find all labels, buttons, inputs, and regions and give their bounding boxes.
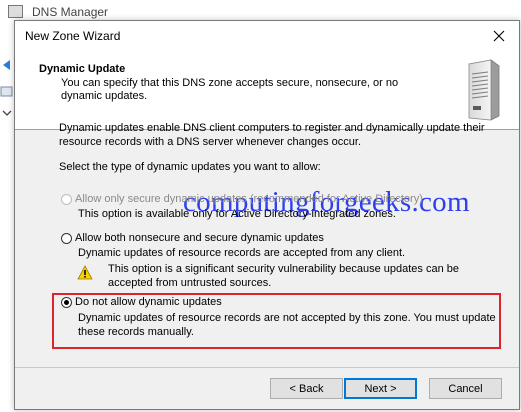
dns-manager-titlebar: DNS Manager: [0, 0, 521, 22]
dns-manager-app-icon: [8, 5, 23, 18]
cancel-button[interactable]: Cancel: [429, 378, 502, 399]
dialog-title: New Zone Wizard: [25, 29, 121, 43]
selection-prompt: Select the type of dynamic updates you w…: [59, 161, 321, 173]
wizard-header: Dynamic Update You can specify that this…: [15, 51, 519, 130]
dialog-titlebar: New Zone Wizard: [15, 21, 519, 51]
radio-secure-only: [61, 193, 72, 205]
close-icon: [493, 30, 505, 42]
new-zone-wizard-dialog: New Zone Wizard Dynamic Update You can s…: [14, 20, 520, 410]
intro-text: Dynamic updates enable DNS client comput…: [59, 122, 485, 148]
page-title: Dynamic Update: [39, 63, 126, 75]
nav-back-arrow-icon[interactable]: [0, 58, 14, 72]
option-nonsecure-and-secure[interactable]: Allow both nonsecure and secure dynamic …: [61, 232, 324, 244]
warning-icon: [77, 265, 93, 280]
security-warning-text: This option is a significant security vu…: [108, 263, 459, 289]
back-button[interactable]: < Back: [270, 378, 343, 399]
dns-manager-title: DNS Manager: [32, 5, 109, 19]
page-description: You can specify that this DNS zone accep…: [61, 77, 399, 102]
option-secure-only-description: This option is available only for Active…: [78, 208, 396, 220]
option-nonsecure-and-secure-description: Dynamic updates of resource records are …: [78, 247, 406, 259]
expand-chevron-icon[interactable]: [0, 106, 14, 120]
option-secure-only-label: Allow only secure dynamic updates (recom…: [75, 193, 423, 205]
server-icon: [468, 59, 500, 121]
option-secure-only: Allow only secure dynamic updates (recom…: [61, 193, 423, 205]
button-separator: [15, 367, 519, 368]
tree-node-icon[interactable]: [0, 84, 14, 98]
next-button[interactable]: Next >: [344, 378, 417, 399]
close-button[interactable]: [487, 24, 511, 48]
highlight-box: [52, 293, 501, 349]
radio-nonsecure-and-secure[interactable]: [61, 232, 72, 244]
option-nonsecure-and-secure-label[interactable]: Allow both nonsecure and secure dynamic …: [75, 232, 324, 244]
